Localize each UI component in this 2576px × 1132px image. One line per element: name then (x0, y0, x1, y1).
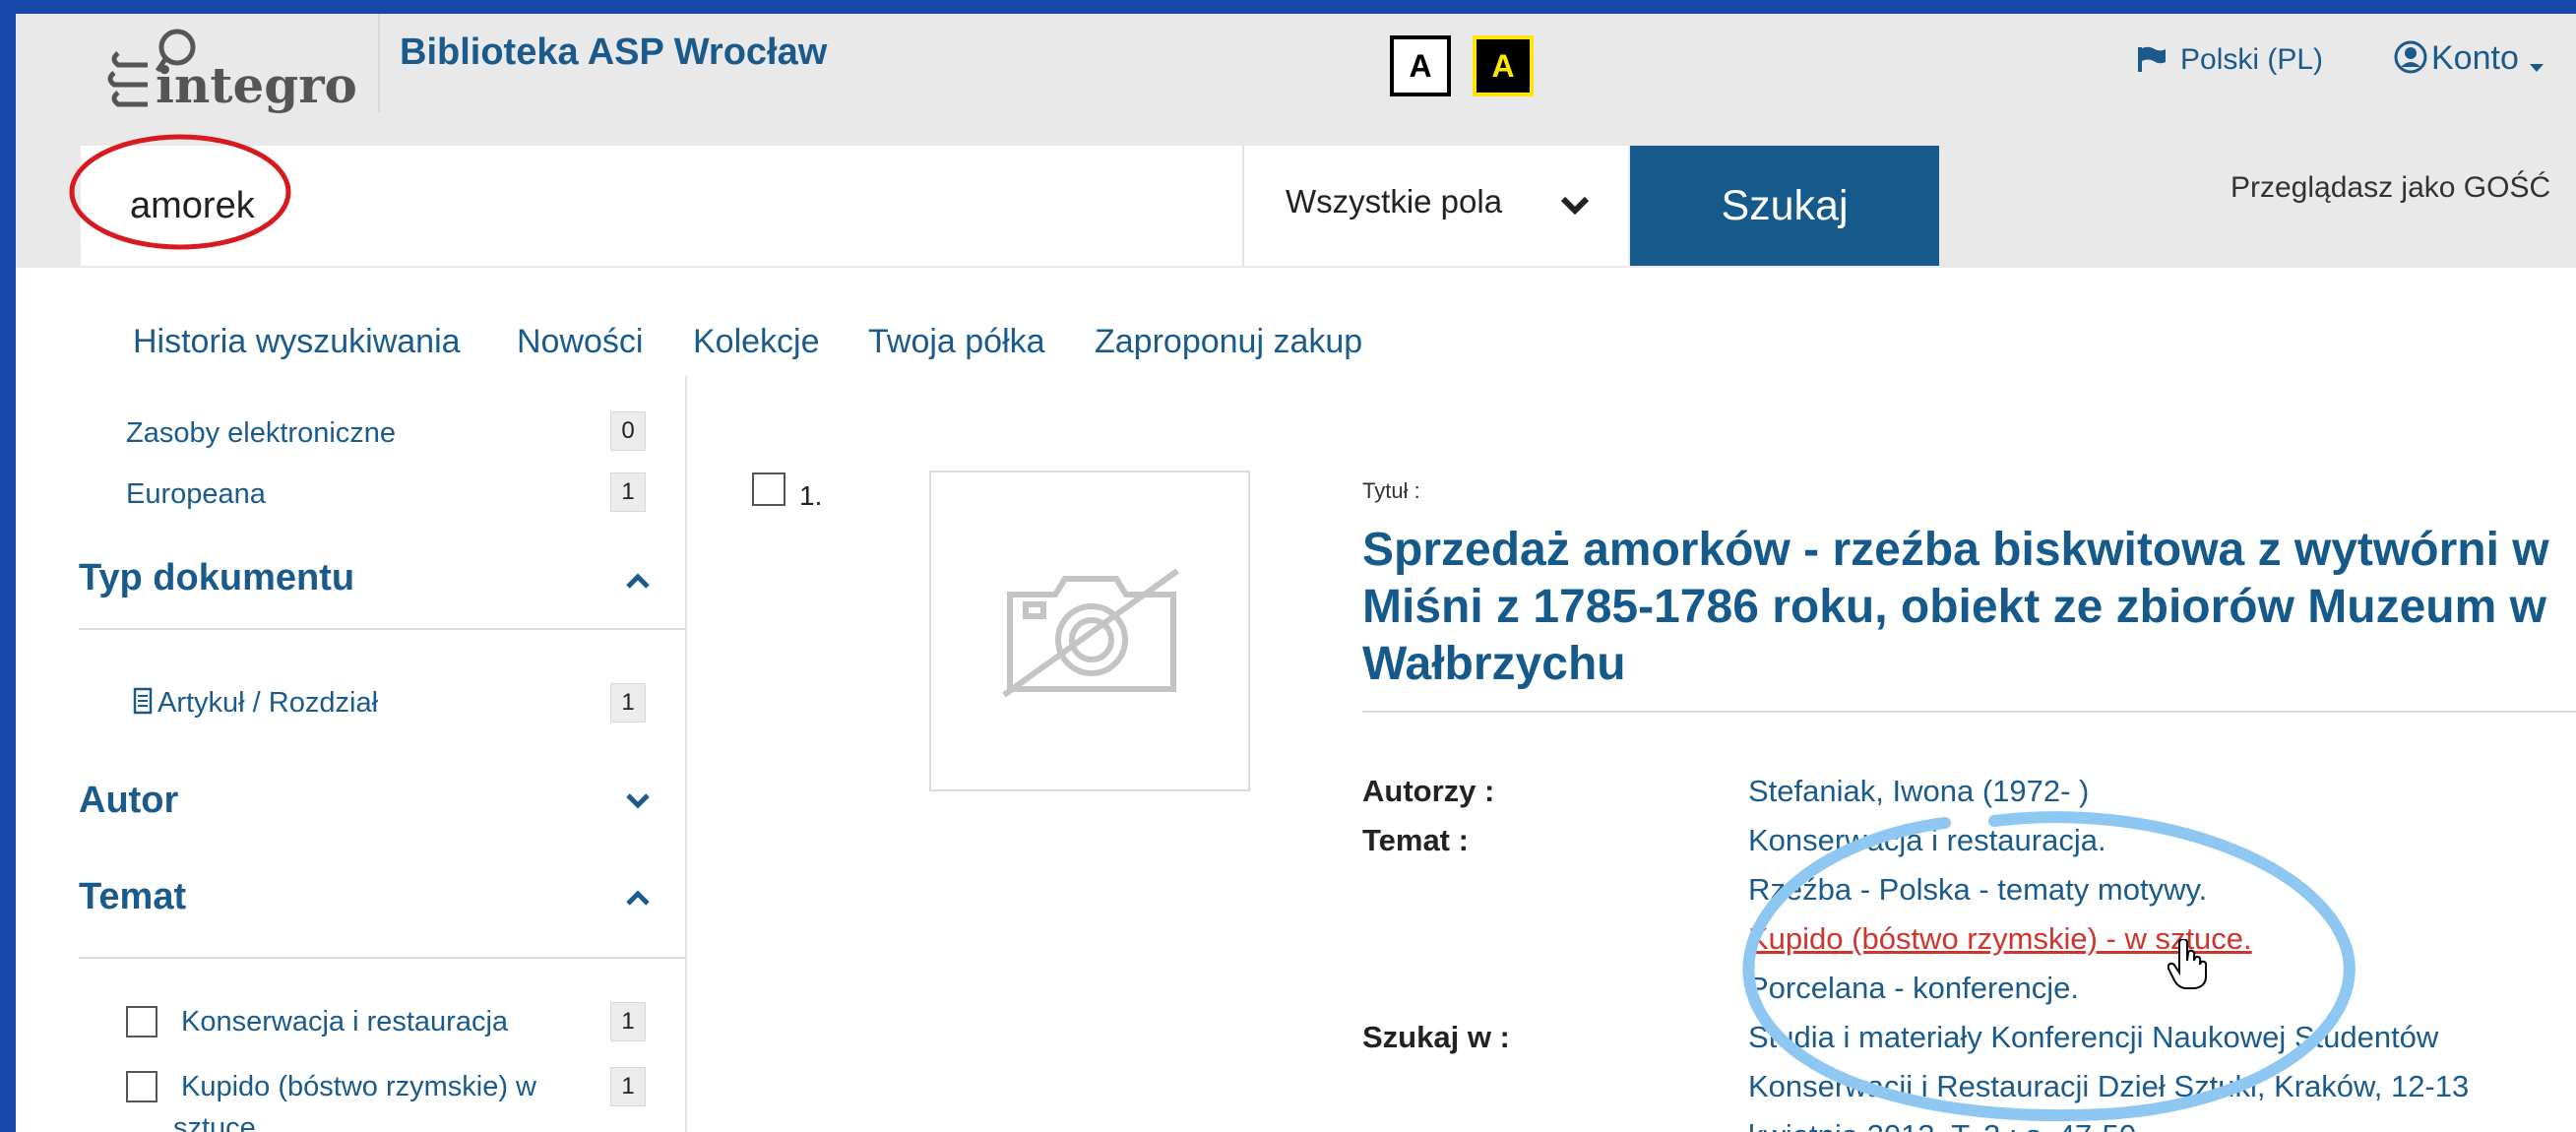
facet-electronic-resources[interactable]: Zasoby elektroniczne (126, 417, 396, 450)
divider (79, 628, 685, 630)
header-divider (378, 14, 380, 112)
result-thumbnail[interactable] (929, 471, 1250, 791)
main-nav: Historia wyszukiwania Nowości Kolekcje T… (16, 268, 2576, 376)
facet-subject-conservation[interactable]: Konserwacja i restauracja (181, 1006, 508, 1038)
chevron-up-icon[interactable] (624, 571, 652, 591)
authors-label: Autorzy : (1362, 774, 1495, 808)
account-label: Konto (2431, 39, 2519, 77)
facet-count: 1 (610, 1067, 646, 1106)
nav-history[interactable]: Historia wyszukiwania (133, 323, 461, 361)
search-field-label: Wszystkie pola (1286, 183, 1503, 220)
result-number: 1. (799, 480, 823, 511)
hand-cursor-icon (2168, 939, 2207, 989)
flag-icon (2138, 46, 2166, 72)
subject-label: Temat : (1362, 823, 1469, 857)
result-checkbox[interactable] (752, 472, 785, 506)
facet-heading-author[interactable]: Autor (79, 780, 178, 822)
contrast-normal-button[interactable]: A (1390, 35, 1451, 96)
facet-count: 0 (610, 411, 646, 451)
nav-new[interactable]: Nowości (517, 323, 643, 361)
search-bar: Wszystkie pola Szukaj Przeglądasz jako G… (16, 130, 2576, 268)
facet-count: 1 (610, 683, 646, 723)
no-image-camera-icon (1002, 568, 1179, 698)
facet-article-chapter[interactable]: Artykuł / Rozdział (157, 687, 378, 720)
caret-down-icon (2530, 64, 2545, 72)
facet-heading-doc-type[interactable]: Typ dokumentu (79, 557, 354, 599)
svg-text:integro: integro (156, 56, 357, 114)
source-link[interactable]: Konserwacji i Restauracji Dzieł Sztuki, … (1748, 1069, 2469, 1104)
author-link[interactable]: Stefaniak, Iwona (1972- ) (1748, 774, 2089, 809)
facet-checkbox[interactable] (126, 1071, 157, 1102)
search-input[interactable] (81, 146, 1258, 266)
browser-page: integro Biblioteka ASP Wrocław A A Polsk… (16, 14, 2576, 1132)
search-field-select[interactable]: Wszystkie pola (1242, 146, 1628, 266)
subject-link[interactable]: Rzeźba - Polska - tematy motywy. (1748, 872, 2207, 908)
chevron-up-icon[interactable] (624, 888, 652, 908)
nav-collections[interactable]: Kolekcje (693, 323, 820, 361)
nav-suggest-purchase[interactable]: Zaproponuj zakup (1095, 323, 1362, 361)
subject-link[interactable]: Konserwacja i restauracja. (1748, 823, 2106, 858)
search-button[interactable]: Szukaj (1630, 146, 1939, 266)
facet-heading-subject[interactable]: Temat (79, 876, 186, 918)
guest-status: Przeglądasz jako GOŚĆ (2230, 171, 2551, 204)
search-in-label: Szukaj w : (1362, 1020, 1510, 1054)
source-link[interactable]: kwietnia 2013. T. 2 ; s. 47-50 (1748, 1118, 2136, 1132)
language-label: Polski (PL) (2180, 43, 2324, 76)
facet-subject-cupid-cont[interactable]: sztuce (173, 1112, 256, 1132)
facet-count: 1 (610, 1002, 646, 1041)
document-icon (133, 687, 153, 715)
source-link[interactable]: Studia i materiały Konferencji Naukowej … (1748, 1020, 2438, 1055)
facet-sidebar: Zasoby elektroniczne 0 Europeana 1 Typ d… (16, 376, 687, 1132)
result-title[interactable]: Sprzedaż amorków - rzeźba biskwitowa z w… (1362, 522, 2576, 693)
top-bar: integro Biblioteka ASP Wrocław A A Polsk… (16, 14, 2576, 130)
facet-count: 1 (610, 472, 646, 512)
facet-europeana[interactable]: Europeana (126, 478, 266, 511)
account-menu[interactable]: Konto (2394, 39, 2549, 78)
divider (79, 957, 685, 959)
divider (1362, 711, 2576, 713)
contrast-high-button[interactable]: A (1473, 35, 1534, 96)
integro-logo[interactable]: integro (96, 20, 382, 118)
title-label: Tytuł : (1362, 478, 1420, 503)
library-name[interactable]: Biblioteka ASP Wrocław (400, 31, 827, 74)
chevron-down-icon[interactable] (624, 791, 652, 811)
user-circle-icon (2394, 40, 2427, 74)
subject-link[interactable]: Porcelana - konferencje. (1748, 971, 2079, 1006)
facet-subject-cupid[interactable]: Kupido (bóstwo rzymskie) w (181, 1071, 536, 1103)
facet-checkbox[interactable] (126, 1006, 157, 1038)
language-selector[interactable]: Polski (PL) (2137, 43, 2323, 77)
chevron-down-icon (1560, 196, 1590, 216)
nav-shelf[interactable]: Twoja półka (868, 323, 1045, 361)
